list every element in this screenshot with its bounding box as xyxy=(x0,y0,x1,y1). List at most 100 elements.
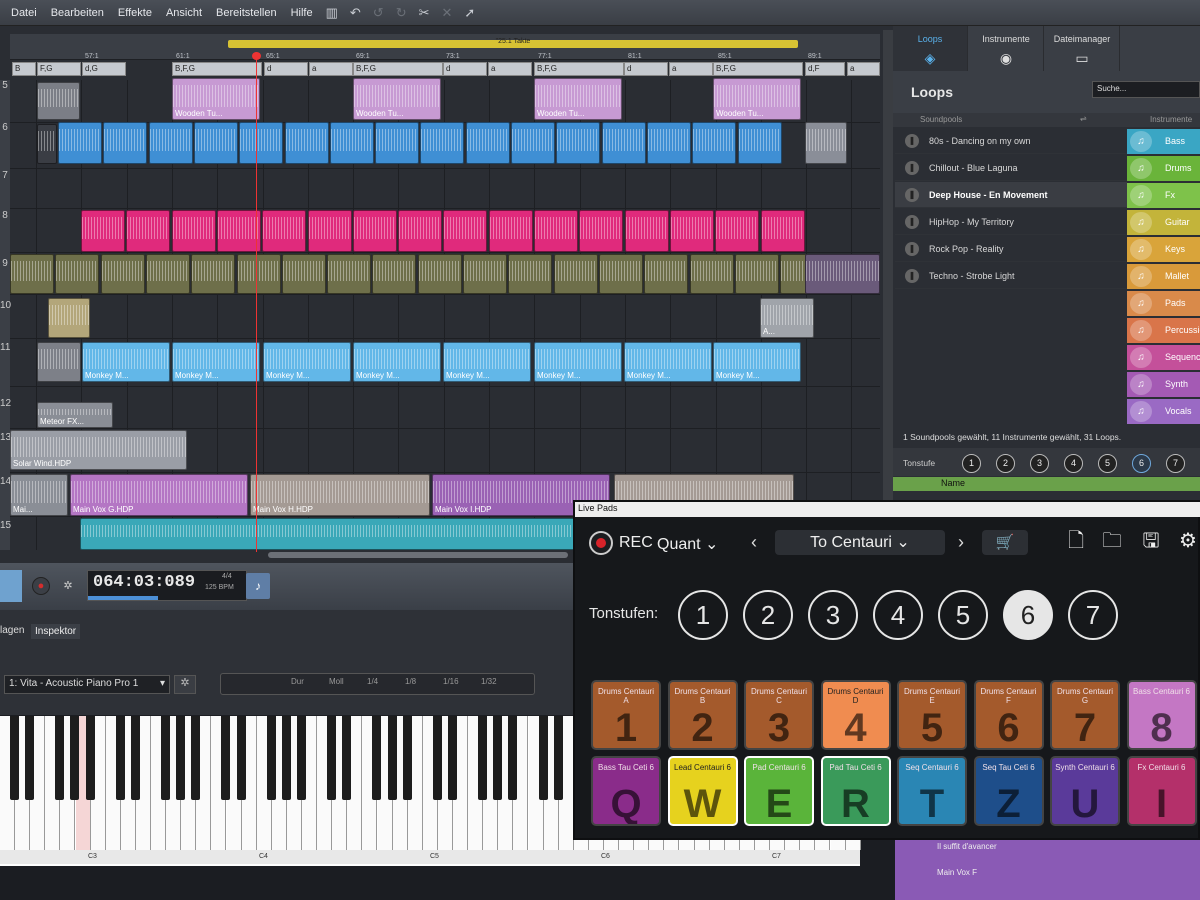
loop-item[interactable]: Il suffit d'avancer xyxy=(937,842,997,851)
clip-meteor[interactable]: Meteor FX... xyxy=(37,402,113,428)
chord-block[interactable]: a xyxy=(488,62,532,76)
live-pad[interactable]: Drums Centauri D4 xyxy=(820,680,891,750)
chord-track[interactable]: B F,G d,G B,F,G d a B,F,G d a B,F,G d a B,F,G d,F a xyxy=(10,62,880,76)
arpeggiator-panel[interactable]: Dur Moll 1/4 1/8 1/16 1/32 xyxy=(220,673,535,695)
menu-effekte[interactable]: Effekte xyxy=(118,7,152,19)
piano-black-key[interactable] xyxy=(432,716,442,800)
piano-black-key[interactable] xyxy=(281,716,291,800)
piano-black-key[interactable] xyxy=(372,716,382,800)
piano-black-key[interactable] xyxy=(493,716,503,800)
chord-block[interactable]: F,G xyxy=(37,62,81,76)
chord-block[interactable]: d xyxy=(264,62,308,76)
clip-olive[interactable] xyxy=(644,254,689,294)
col-soundpools[interactable]: Soundpools xyxy=(920,115,962,124)
clip-monkey[interactable]: Monkey M... xyxy=(624,342,712,382)
arp-label[interactable]: 1/8 xyxy=(405,677,416,686)
record-button[interactable]: ● xyxy=(32,577,50,595)
clip-audio[interactable] xyxy=(48,298,90,338)
mix-icon[interactable]: ▥ xyxy=(326,5,338,21)
clip-olive[interactable] xyxy=(372,254,417,294)
vertical-scrollbar[interactable] xyxy=(883,30,893,560)
piano-black-key[interactable] xyxy=(342,716,352,800)
chord-block[interactable]: a xyxy=(669,62,713,76)
piano-black-key[interactable] xyxy=(10,716,19,800)
open-folder-icon[interactable]: 🗀 xyxy=(1098,527,1126,555)
clip-blue[interactable] xyxy=(239,122,284,164)
preset-select[interactable]: To Centauri ⌄ xyxy=(775,530,945,555)
clip-solar[interactable]: Solar Wind.HDP xyxy=(10,430,187,470)
clip-olive[interactable] xyxy=(598,254,643,294)
tab-instrumente[interactable]: Instrumente ◉ xyxy=(969,26,1044,71)
save-icon[interactable]: 🖫 xyxy=(1137,527,1165,555)
clip-pink[interactable] xyxy=(126,210,171,252)
soundpool-item[interactable]: ❚ 80s - Dancing on my own xyxy=(895,128,1127,154)
tonstufe-button[interactable]: 2 xyxy=(996,454,1015,473)
tonstufe-button[interactable]: 3 xyxy=(1030,454,1049,473)
settings-gear-icon[interactable]: ⚙ xyxy=(1174,527,1200,555)
chord-block[interactable]: B,F,G xyxy=(353,62,443,76)
clip-monkey[interactable]: Monkey M... xyxy=(172,342,260,382)
instrument-select[interactable]: 1: Vita - Acoustic Piano Pro 1 ▾ xyxy=(4,675,170,694)
clip-pink[interactable] xyxy=(760,210,805,252)
clip-olive[interactable] xyxy=(10,254,54,294)
piano-black-key[interactable] xyxy=(70,716,80,800)
play-button[interactable] xyxy=(0,570,22,602)
chord-block[interactable]: B xyxy=(12,62,36,76)
clip-blue[interactable] xyxy=(601,122,646,164)
clip-pink[interactable] xyxy=(534,210,578,252)
clip-olive[interactable] xyxy=(417,254,462,294)
live-pad[interactable]: Seq Tau Ceti 6 Z xyxy=(973,756,1044,826)
tonstufe-button[interactable]: 5 xyxy=(1098,454,1117,473)
instrument-settings-icon[interactable]: ✲ xyxy=(174,675,196,694)
clip-olive[interactable] xyxy=(55,254,100,294)
next-preset-icon[interactable]: › xyxy=(958,532,964,553)
clip-olive[interactable] xyxy=(327,254,372,294)
clip-a[interactable]: A... xyxy=(760,298,814,338)
playhead-marker[interactable] xyxy=(252,52,261,60)
chord-block[interactable]: B,F,G xyxy=(172,62,262,76)
instrument-item[interactable]: ♫ Guitar xyxy=(1127,210,1200,235)
clip-blue[interactable] xyxy=(193,122,238,164)
instrument-item[interactable]: ♫ Mallet xyxy=(1127,264,1200,289)
clip-blue[interactable] xyxy=(103,122,148,164)
clip-blue[interactable] xyxy=(511,122,555,164)
redo-icon[interactable]: ↻ xyxy=(396,5,407,21)
chord-block[interactable]: d xyxy=(443,62,487,76)
lp-tonstufe-button[interactable]: 5 xyxy=(938,590,988,640)
live-pad[interactable]: Drums Centauri C3 xyxy=(744,680,814,750)
arp-label[interactable]: 1/32 xyxy=(481,677,497,686)
tab-loops[interactable]: Loops ◈ xyxy=(893,26,968,71)
tonstufe-button[interactable]: 4 xyxy=(1064,454,1083,473)
clip-wooden[interactable]: Wooden Tu... xyxy=(172,78,260,120)
clip-monkey[interactable]: Monkey M... xyxy=(534,342,622,382)
soundpool-item[interactable]: ❚ HipHop - My Territory xyxy=(895,209,1127,235)
filter-icon[interactable]: ⇌ xyxy=(1080,114,1087,123)
clip-olive[interactable] xyxy=(281,254,326,294)
clip-vox-g[interactable]: Main Vox G.HDP xyxy=(70,474,248,516)
piano-black-key[interactable] xyxy=(266,716,276,800)
cart-icon[interactable]: 🛒 xyxy=(982,530,1028,555)
piano-black-key[interactable] xyxy=(508,716,518,800)
tonstufe-button[interactable]: 1 xyxy=(962,454,981,473)
live-pad[interactable]: Bass Centauri 6 8 xyxy=(1126,680,1197,750)
clip-pink[interactable] xyxy=(352,210,397,252)
clip-pink[interactable] xyxy=(262,210,307,252)
menu-hilfe[interactable]: Hilfe xyxy=(291,7,313,19)
instrument-item[interactable]: ♫ Synth xyxy=(1127,372,1200,397)
piano-black-key[interactable] xyxy=(402,716,412,800)
instrument-item[interactable]: ♫ Bass xyxy=(1127,129,1200,154)
chord-block[interactable]: a xyxy=(309,62,353,76)
clip-audio[interactable] xyxy=(37,342,81,382)
tonstufe-button[interactable]: 7 xyxy=(1166,454,1185,473)
clip-teal[interactable] xyxy=(80,518,580,550)
clip-blue[interactable] xyxy=(148,122,193,164)
soundpool-item[interactable]: ❚ Techno - Strobe Light xyxy=(895,263,1127,289)
piano-black-key[interactable] xyxy=(176,716,186,800)
piano-black-key[interactable] xyxy=(130,716,140,800)
clip-pink[interactable] xyxy=(579,210,624,252)
clip-pink[interactable] xyxy=(398,210,443,252)
clip-pink[interactable] xyxy=(216,210,261,252)
chord-block[interactable]: B,F,G xyxy=(534,62,624,76)
clip-audio[interactable] xyxy=(37,82,80,120)
instrument-item[interactable]: ♫ Drums xyxy=(1127,156,1200,181)
